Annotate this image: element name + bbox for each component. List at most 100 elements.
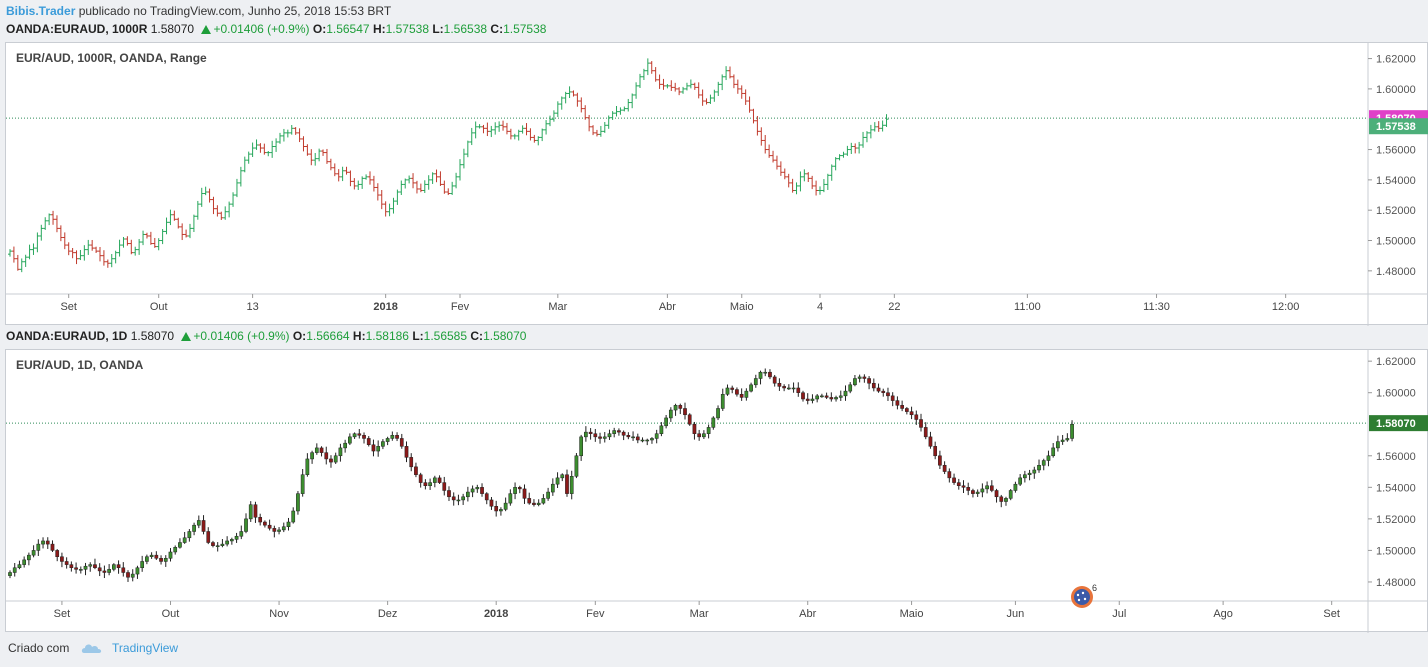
bottom-symbol-name[interactable]: OANDA:EURAUD, 1D [6, 329, 127, 343]
ideas-badge-icon[interactable]: 6 [1068, 582, 1100, 610]
candle-body [168, 551, 173, 559]
candle [461, 493, 465, 505]
ohlc-bar [180, 223, 185, 241]
ohlc-bar [720, 74, 725, 91]
ohlc-bar [849, 142, 854, 154]
candle [654, 429, 659, 444]
footer-brand-link[interactable]: TradingView [112, 641, 178, 655]
ohlc-bar [731, 74, 736, 89]
candle [527, 492, 532, 505]
candle-body [645, 439, 650, 442]
candle-body [834, 397, 838, 400]
candle-body [720, 394, 725, 409]
ohlc-bar [708, 94, 713, 104]
candle [442, 476, 447, 496]
candle [517, 485, 522, 494]
ohlc-bar [861, 131, 866, 148]
ohlc-bar [8, 249, 12, 257]
candle [1041, 458, 1046, 471]
candle-body [27, 554, 31, 561]
range-chart-svg[interactable]: 1.62000 1.60000 1.56000 1.54000 1.52000 1.500… [6, 43, 1428, 326]
candle-body [1051, 447, 1056, 457]
ohlc-bar [778, 161, 783, 176]
candle-body [60, 556, 64, 562]
candle-body [961, 485, 966, 488]
top-symbol-name[interactable]: OANDA:EURAUD, 1000R [6, 22, 147, 36]
x-tick-label: Maio [900, 608, 924, 620]
high-label: H: [372, 22, 386, 36]
candle [805, 393, 810, 405]
candle-body [286, 521, 291, 528]
candle-body [404, 446, 409, 458]
candle [579, 434, 584, 461]
candle [1027, 469, 1032, 481]
candle-body [1046, 455, 1051, 461]
candle-body [93, 564, 97, 569]
daily-chart-svg[interactable]: 1.62000 1.60000 1.56000 1.54000 1.52000 1.500… [6, 350, 1428, 633]
candle [17, 560, 22, 570]
candle-body [579, 436, 584, 457]
ohlc-bar [250, 142, 255, 157]
low-label: L: [432, 22, 444, 36]
candle [371, 439, 376, 457]
ohlc-bar [51, 210, 56, 225]
ohlc-bar [818, 186, 822, 195]
candle [1004, 496, 1008, 506]
candle [281, 522, 286, 533]
candle-body [381, 441, 385, 447]
ohlc-bar [485, 122, 490, 137]
ohlc-bar [442, 180, 447, 194]
candle-body [739, 394, 744, 398]
candle [88, 562, 93, 572]
candle [820, 393, 824, 398]
candle-body [560, 474, 565, 479]
candle [702, 430, 706, 439]
x-tick-label: 12:00 [1272, 301, 1300, 313]
candle [263, 520, 267, 528]
ohlc-bar [309, 149, 314, 166]
candle [362, 432, 366, 444]
candle-body [857, 376, 862, 379]
author-link[interactable]: Bibis.Trader [6, 4, 75, 18]
candle [484, 492, 489, 505]
ohlc-bar [798, 171, 803, 192]
ohlc-bar [101, 250, 106, 266]
candle-body [206, 531, 211, 543]
ohlc-bar [512, 133, 517, 140]
ohlc-bar [520, 125, 525, 134]
candle [886, 387, 890, 401]
candle [390, 431, 395, 441]
candle [513, 482, 517, 500]
top-high-value: 1.57538 [385, 22, 429, 36]
candle-body [820, 395, 824, 398]
ohlc-bar [152, 237, 157, 248]
candle [395, 432, 399, 442]
bottom-close-value: 1.58070 [483, 329, 527, 343]
ohlc-bar [739, 85, 744, 99]
candle-body [1037, 464, 1041, 471]
ohlc-bar [195, 200, 200, 220]
ohlc-bar [422, 180, 427, 193]
candle [291, 507, 296, 524]
ohlc-bar [884, 114, 889, 127]
ohlc-bar [231, 192, 236, 207]
range-chart-panel[interactable]: 1.62000 1.60000 1.56000 1.54000 1.52000 1.500… [5, 42, 1428, 326]
candle-body [947, 471, 952, 479]
ohlc-bar [688, 79, 693, 89]
ohlc-bar [364, 174, 369, 180]
candle-body [8, 572, 12, 576]
candle-body [1065, 438, 1070, 441]
ohlc-bar [833, 157, 838, 171]
publication-text: publicado no TradingView.com, Junho 25, … [78, 4, 392, 18]
close-label: C: [490, 22, 504, 36]
ohlc-bar [481, 124, 486, 134]
daily-chart-panel[interactable]: 1.62000 1.60000 1.56000 1.54000 1.52000 1.500… [5, 349, 1428, 633]
candle [267, 519, 272, 531]
x-tick-label: Jul [1112, 608, 1126, 620]
candle [64, 557, 69, 569]
ohlc-bar [129, 239, 134, 255]
footer: Criado com TradingView [8, 641, 178, 655]
candle [593, 428, 598, 442]
candle [900, 400, 904, 412]
ohlc-bar [841, 151, 846, 158]
